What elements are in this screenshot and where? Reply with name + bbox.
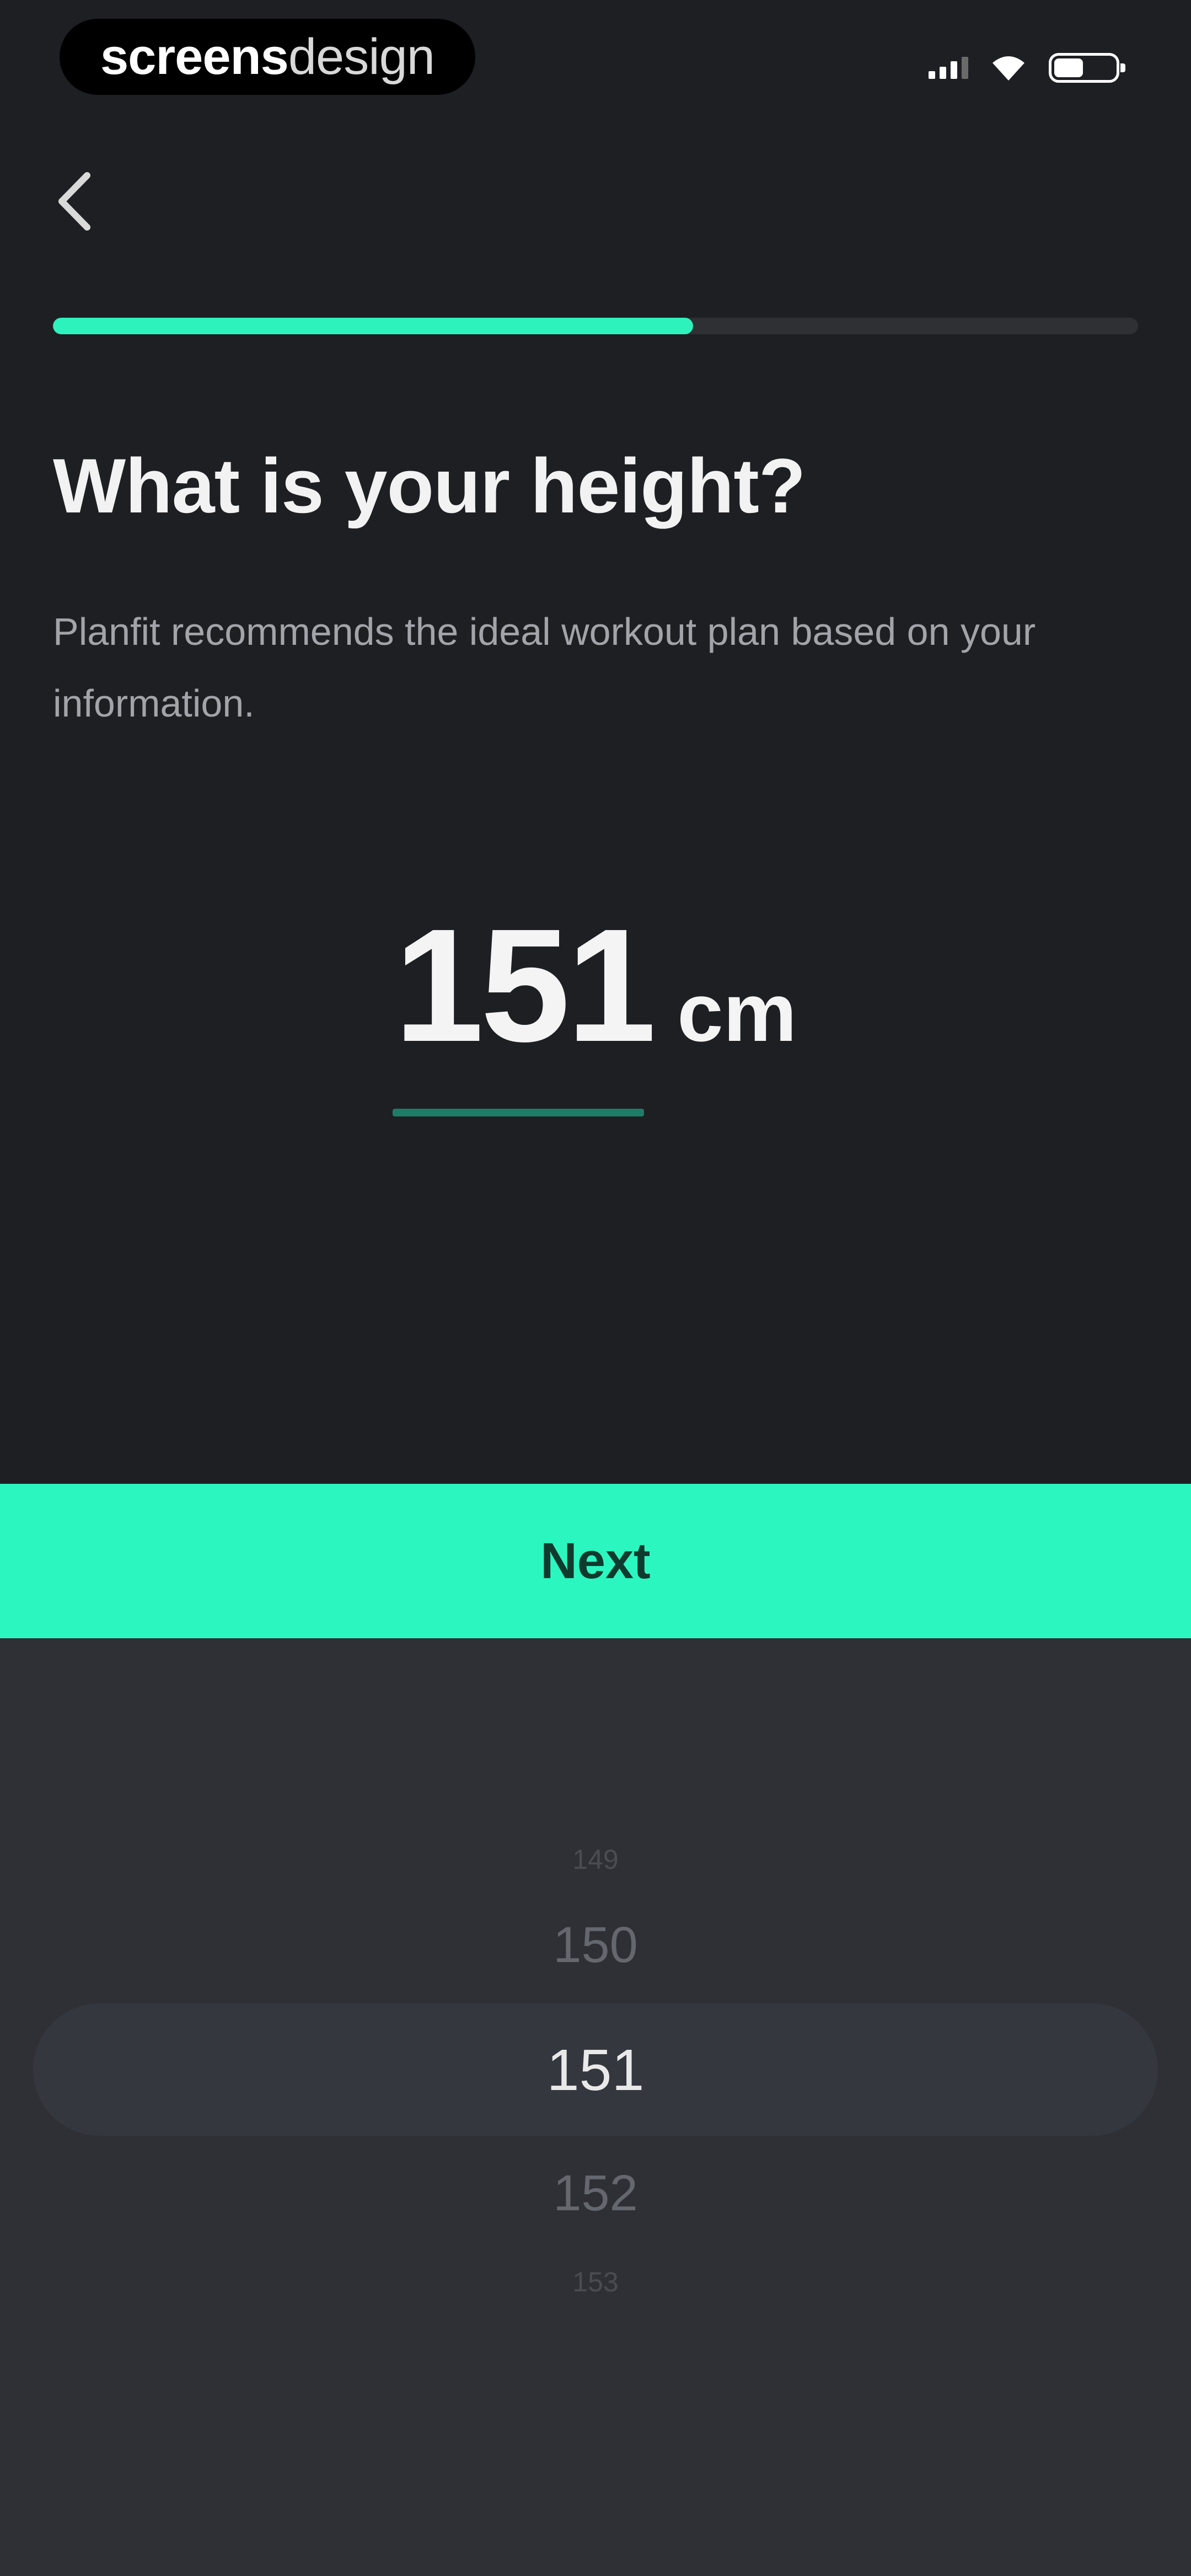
back-button[interactable] (44, 160, 105, 243)
brand-bold: screens (100, 28, 289, 85)
picker-option[interactable]: 149 (0, 1846, 1191, 1873)
battery-icon (1049, 53, 1125, 83)
height-underline (393, 1109, 644, 1116)
brand-light: design (288, 28, 435, 85)
chevron-left-icon (58, 172, 90, 231)
picker-option[interactable]: 152 (0, 2168, 1191, 2219)
status-icons (929, 49, 1125, 87)
height-unit: cm (677, 966, 797, 1059)
progress-fill (53, 318, 694, 334)
brand-watermark: screens design (60, 19, 475, 95)
wifi-icon (993, 56, 1024, 81)
height-readout: 151 cm (0, 905, 1191, 1066)
progress-bar (53, 318, 1138, 334)
page-title: What is your height? (53, 442, 806, 529)
picker-option[interactable]: 150 (0, 1920, 1191, 1970)
cellular-signal-icon (929, 57, 968, 79)
height-value: 151 (394, 895, 656, 1075)
next-button[interactable]: Next (0, 1484, 1191, 1638)
onboarding-screen: screens design What is your height? Planf… (0, 0, 1191, 1484)
picker-option[interactable]: 153 (0, 2268, 1191, 2296)
picker-option-selected[interactable]: 151 (0, 2041, 1191, 2099)
page-subtitle: Planfit recommends the ideal workout pla… (53, 610, 1036, 725)
